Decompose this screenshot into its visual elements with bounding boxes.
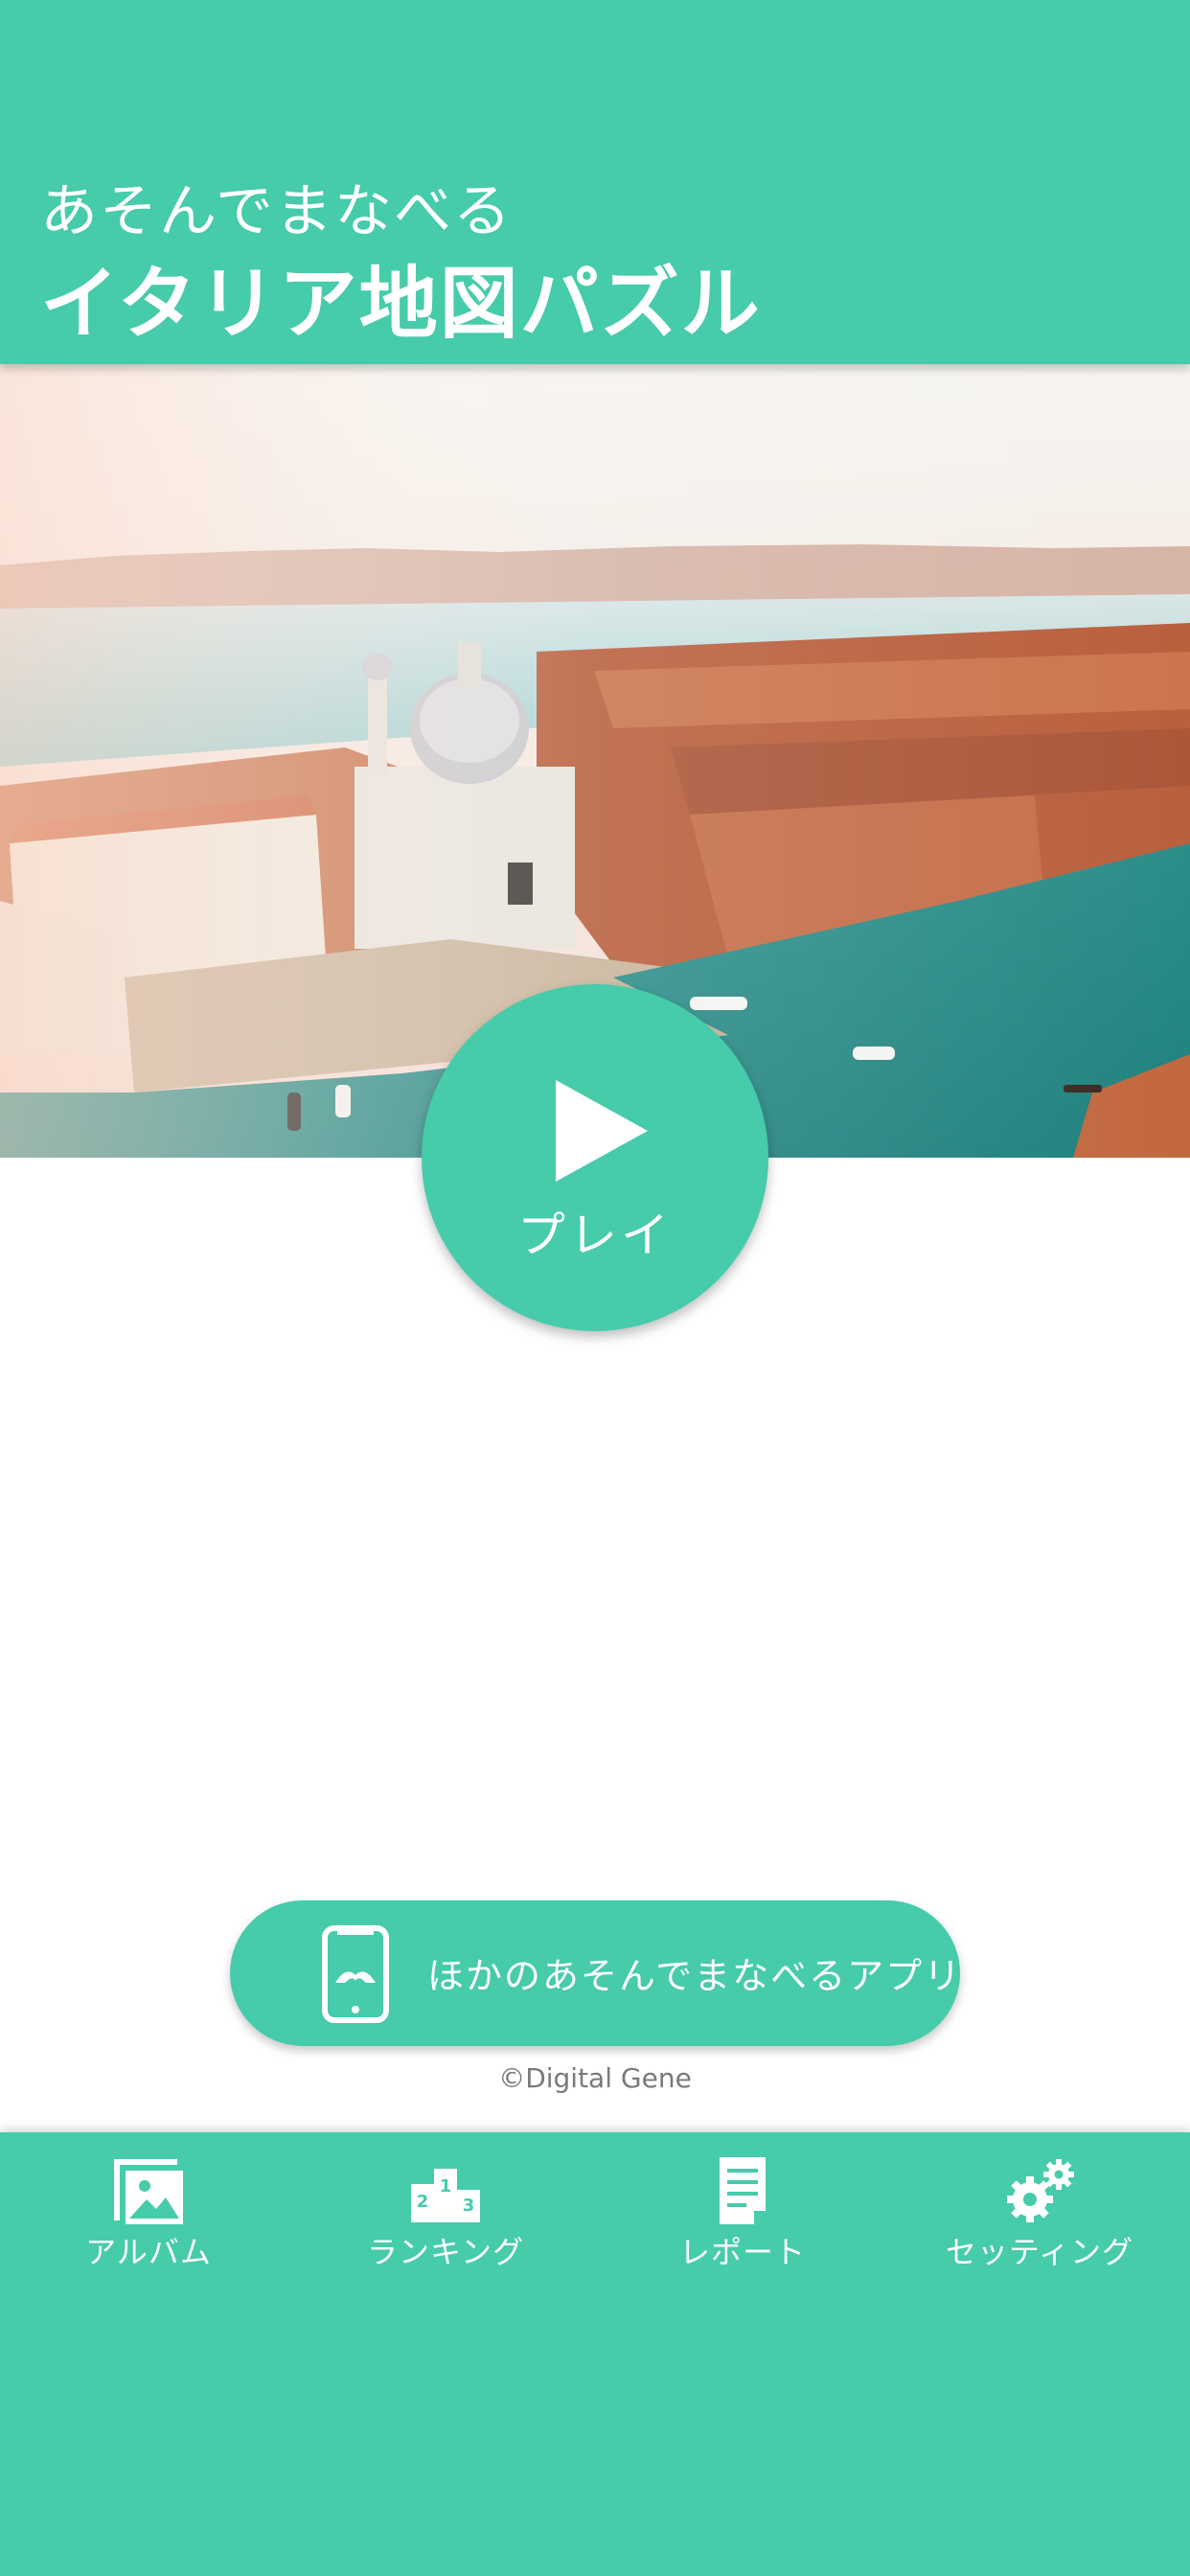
bottom-tab-bar: アルバム 1 2 3 ランキング レポート セッティング — [0, 2132, 1190, 2576]
smartphone-icon — [322, 1925, 389, 2023]
play-icon — [556, 1080, 648, 1182]
app-header: あそんでまなべる イタリア地図パズル — [0, 0, 1190, 364]
report-icon — [720, 2157, 766, 2224]
tab-album[interactable]: アルバム — [0, 2132, 297, 2276]
tab-album-label: アルバム — [85, 2234, 212, 2270]
podium-icon: 1 2 3 — [411, 2169, 480, 2222]
svg-text:1: 1 — [440, 2176, 452, 2196]
play-button[interactable]: プレイ — [422, 984, 768, 1331]
svg-text:3: 3 — [463, 2196, 475, 2216]
tab-settings[interactable]: セッティング — [891, 2132, 1188, 2276]
tab-settings-label: セッティング — [945, 2234, 1134, 2270]
other-apps-button[interactable]: ほかのあそんでまなべるアプリ — [230, 1900, 960, 2046]
tab-report[interactable]: レポート — [594, 2132, 891, 2276]
tab-ranking-label: ランキング — [366, 2234, 525, 2270]
app-subtitle: あそんでまなべる — [40, 178, 513, 245]
tab-report-label: レポート — [678, 2234, 806, 2270]
copyright-text: ©Digital Gene — [498, 2062, 692, 2094]
svg-text:2: 2 — [417, 2192, 429, 2212]
other-apps-label: ほかのあそんでまなべるアプリ — [427, 1955, 963, 1997]
play-button-label: プレイ — [517, 1208, 673, 1263]
tab-ranking[interactable]: 1 2 3 ランキング — [297, 2132, 594, 2276]
album-icon — [114, 2159, 183, 2224]
app-title: イタリア地図パズル — [40, 259, 762, 350]
gears-icon — [1007, 2159, 1074, 2222]
